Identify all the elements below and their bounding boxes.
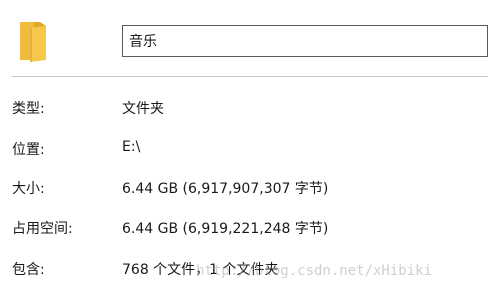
divider bbox=[12, 76, 488, 77]
folder-icon bbox=[16, 16, 50, 64]
size-on-disk-value: 6.44 GB (6,919,221,248 字节) bbox=[122, 221, 329, 237]
location-label: 位置: bbox=[12, 142, 45, 158]
property-row-size: 大小: 6.44 GB (6,917,907,307 字节) bbox=[0, 178, 501, 200]
watermark: http://blog.csdn.net/xHibiki bbox=[196, 263, 433, 279]
property-row-location: 位置: E:\ bbox=[0, 139, 501, 161]
property-row-size-on-disk: 占用空间: 6.44 GB (6,919,221,248 字节) bbox=[0, 218, 501, 240]
type-value: 文件夹 bbox=[122, 101, 164, 117]
folder-name-field[interactable] bbox=[122, 25, 488, 57]
folder-icon-graphic bbox=[20, 22, 46, 62]
size-on-disk-label: 占用空间: bbox=[12, 221, 73, 237]
type-label: 类型: bbox=[12, 101, 45, 117]
size-label: 大小: bbox=[12, 181, 45, 197]
property-row-type: 类型: 文件夹 bbox=[0, 98, 501, 120]
location-value: E:\ bbox=[122, 139, 141, 155]
size-value: 6.44 GB (6,917,907,307 字节) bbox=[122, 181, 329, 197]
contains-label: 包含: bbox=[12, 262, 45, 278]
